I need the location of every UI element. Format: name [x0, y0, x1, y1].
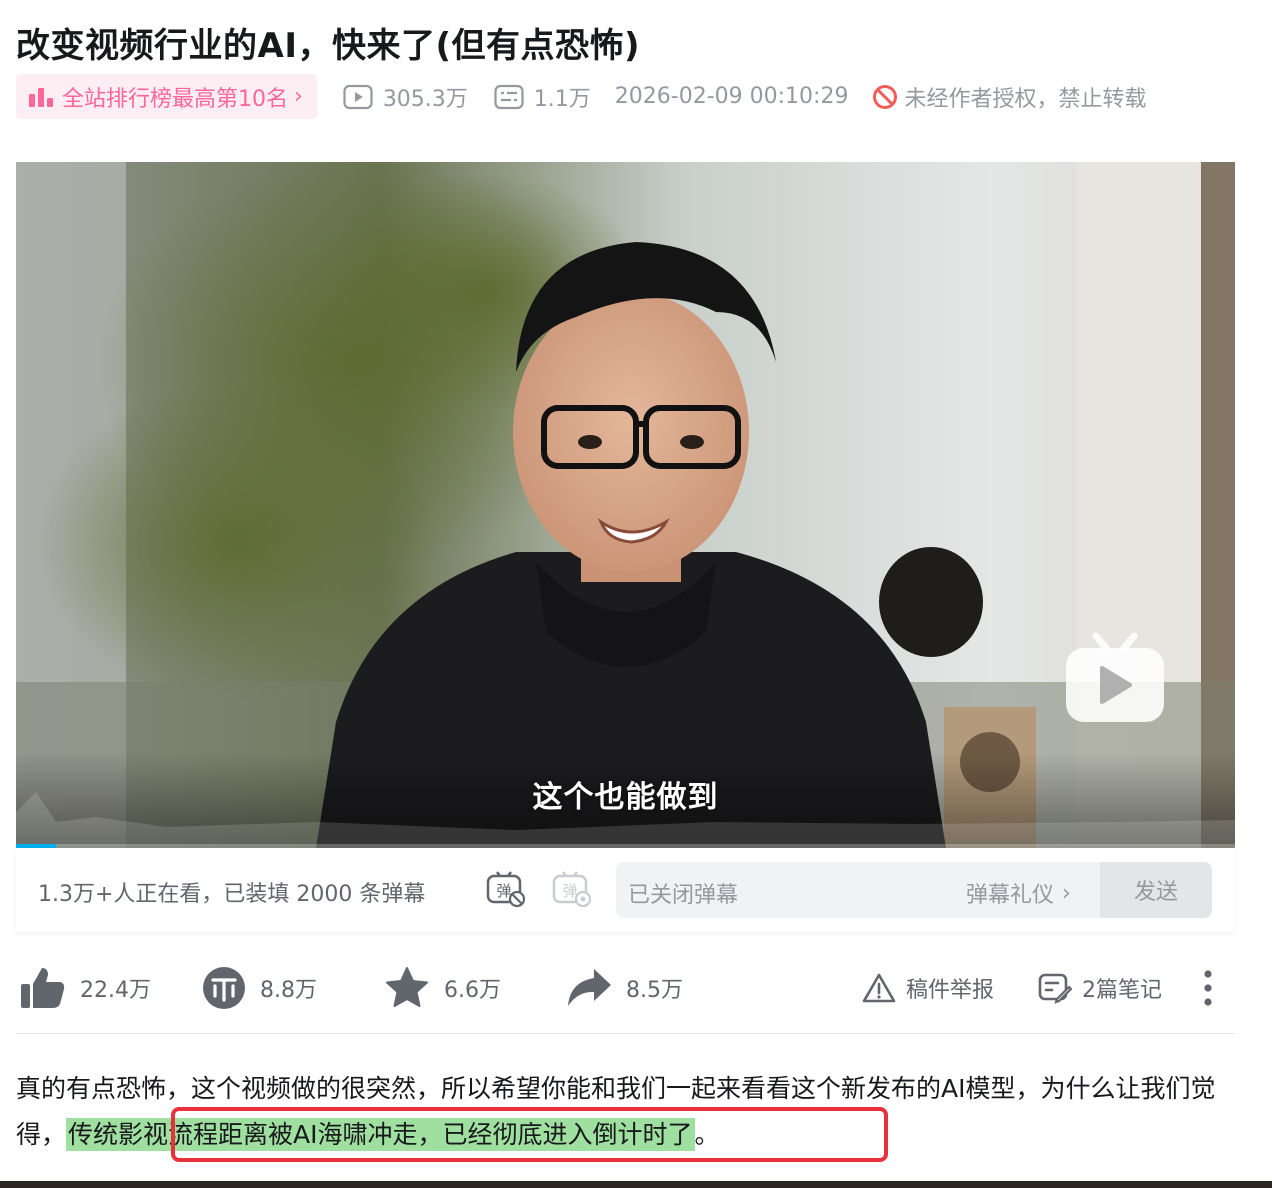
coin-button[interactable]: 8.8万 — [202, 958, 317, 1018]
video-player[interactable]: 这个也能做到 — [16, 162, 1235, 848]
video-meta-row: 全站排行榜最高第10名 › 305.3万 1.1万 2026-02-09 00:… — [16, 74, 1146, 119]
danmaku-count-icon — [494, 84, 524, 109]
danmaku-input-placeholder: 已关闭弹幕 — [628, 883, 739, 908]
danmaku-count: 1.1万 — [494, 81, 591, 113]
coin-count: 8.8万 — [260, 978, 317, 1003]
share-count: 8.5万 — [626, 978, 683, 1003]
favorite-button[interactable]: 6.6万 — [384, 958, 501, 1018]
share-arrow-icon — [568, 969, 611, 1006]
danmaku-settings-icon[interactable]: 弹 — [552, 870, 592, 908]
danmaku-bar: 1.3万+人正在看，已装填 2000 条弹幕 弹 弹 已关闭弹幕 弹幕礼仪 › … — [16, 848, 1235, 932]
video-frame — [16, 162, 1235, 848]
danmaku-etiquette-label: 弹幕礼仪 — [966, 883, 1055, 908]
chevron-right-icon: › — [1062, 880, 1071, 906]
favorite-count: 6.6万 — [444, 978, 501, 1003]
forbidden-icon — [873, 84, 898, 109]
rank-label: 全站排行榜最高第10名 — [62, 86, 288, 112]
video-title: 改变视频行业的AI，快来了(但有点恐怖) — [16, 26, 641, 66]
thumbs-up-icon — [21, 968, 65, 1008]
chevron-right-icon: › — [294, 84, 303, 109]
danmaku-send-button[interactable]: 发送 — [1100, 862, 1212, 918]
bilibili-tv-icon[interactable] — [1064, 630, 1166, 726]
copyright-notice: 未经作者授权，禁止转载 — [872, 81, 1146, 113]
notes-icon — [1038, 973, 1072, 1004]
section-divider — [16, 1033, 1235, 1034]
copyright-text: 未经作者授权，禁止转载 — [904, 86, 1147, 112]
watching-count: 1.3万+人正在看，已装填 2000 条弹幕 — [38, 882, 426, 907]
notes-button[interactable]: 2篇笔记 — [1038, 958, 1162, 1018]
rank-badge[interactable]: 全站排行榜最高第10名 › — [16, 74, 317, 119]
report-button[interactable]: 稿件举报 — [862, 958, 994, 1018]
view-count-value: 305.3万 — [382, 86, 468, 112]
video-subtitle: 这个也能做到 — [532, 780, 719, 815]
bottom-edge-strip — [0, 1181, 1272, 1188]
rank-chart-icon — [29, 87, 53, 107]
report-label: 稿件举报 — [906, 978, 995, 1003]
star-icon — [386, 967, 428, 1007]
publish-date: 2026-02-09 00:10:29 — [614, 84, 849, 109]
more-options-icon[interactable] — [1202, 968, 1214, 1008]
danmaku-toggle-icon[interactable]: 弹 — [486, 870, 526, 908]
notes-label: 2篇笔记 — [1082, 978, 1162, 1003]
danmaku-etiquette-link[interactable]: 弹幕礼仪 › — [966, 877, 1071, 909]
view-count: 305.3万 — [343, 81, 468, 113]
coin-icon — [203, 967, 245, 1009]
warning-icon — [862, 973, 896, 1003]
like-count: 22.4万 — [80, 978, 151, 1003]
like-button[interactable]: 22.4万 — [20, 958, 151, 1018]
danmaku-count-value: 1.1万 — [533, 86, 591, 112]
danmaku-input[interactable]: 已关闭弹幕 弹幕礼仪 › 发送 — [616, 862, 1212, 918]
highlight-annotation-box — [171, 1107, 888, 1162]
video-action-bar: 22.4万 8.8万 6.6万 8.5万 稿件举报 2篇笔记 — [16, 958, 1235, 1018]
play-count-icon — [343, 84, 373, 109]
share-button[interactable]: 8.5万 — [566, 958, 683, 1018]
